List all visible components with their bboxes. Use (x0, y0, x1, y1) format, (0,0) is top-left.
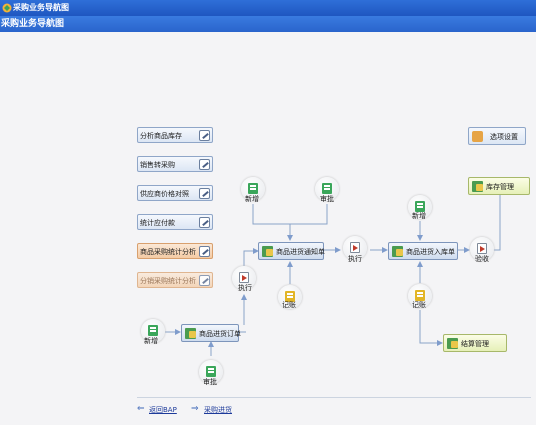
settlement-management-box[interactable]: 结算管理 (443, 334, 507, 352)
forward-arrow-icon: ⇒ (191, 404, 199, 414)
accept-label: 验收 (475, 255, 489, 263)
sidebar-item-label: 商品采购统计分析 (140, 248, 196, 256)
edit-icon (199, 217, 210, 228)
inventory-management-box[interactable]: 库存管理 (468, 177, 530, 195)
settlement-management-label: 结算管理 (461, 340, 489, 348)
purchase-receipt-box[interactable]: 商品进货入库单 (388, 242, 458, 260)
execute-order-label: 执行 (238, 284, 252, 292)
edit-icon (199, 246, 210, 257)
sidebar-item-inventory-analysis[interactable]: 分析商品库存 (137, 127, 213, 143)
sidebar-item-distribution-stats[interactable]: 分销采购统计分析 (137, 272, 213, 288)
sidebar-item-label: 分销采购统计分析 (140, 277, 196, 285)
module-icon (472, 181, 483, 192)
purchase-receipt-label: 商品进货入库单 (406, 248, 455, 256)
new-notice-label: 新增 (245, 195, 259, 203)
execute-icon (350, 242, 360, 253)
record-receipt-label: 记账 (412, 301, 426, 309)
edit-icon (199, 159, 210, 170)
sidebar-item-label: 统计应付款 (140, 219, 175, 227)
edit-icon (199, 275, 210, 286)
flow-connectors (165, 183, 501, 356)
document-approve-icon (206, 366, 216, 377)
document-new-icon (248, 183, 258, 194)
hand-icon (472, 131, 483, 142)
document-icon (392, 246, 403, 257)
approve-notice-label: 审批 (320, 195, 334, 203)
sidebar-item-supplier-price-compare[interactable]: 供应商价格对照 (137, 185, 213, 201)
purchase-order-label: 商品进货订单 (199, 330, 241, 338)
approve-order-label: 审批 (203, 378, 217, 386)
back-arrow-icon: ⇐ (137, 404, 145, 414)
execute-icon (239, 272, 249, 283)
inventory-management-label: 库存管理 (486, 183, 514, 191)
footer-divider (137, 397, 531, 398)
back-to-bap-link[interactable]: 返回BAP (149, 405, 177, 415)
sidebar-item-sales-to-purchase[interactable]: 销售转采购 (137, 156, 213, 172)
accept-icon (477, 243, 487, 254)
sidebar-item-payables-stats[interactable]: 统计应付款 (137, 214, 213, 230)
edit-icon (199, 130, 210, 141)
execute-notice-label: 执行 (348, 255, 362, 263)
edit-icon (199, 188, 210, 199)
document-icon (262, 246, 273, 257)
purchase-notice-box[interactable]: 商品进货通知单 (258, 242, 325, 260)
purchase-order-box[interactable]: 商品进货订单 (181, 324, 241, 342)
sidebar-item-label: 销售转采购 (140, 161, 175, 169)
module-icon (447, 338, 458, 349)
new-order-label: 新增 (144, 337, 158, 345)
purchase-stock-link[interactable]: 采购进货 (204, 405, 232, 415)
options-label: 选项设置 (490, 133, 518, 141)
sidebar-item-purchase-stats[interactable]: 商品采购统计分析 (137, 243, 213, 259)
document-approve-icon (322, 183, 332, 194)
sidebar-item-label: 供应商价格对照 (140, 190, 189, 198)
document-icon (185, 328, 196, 339)
new-receipt-label: 新增 (412, 212, 426, 220)
purchase-notice-label: 商品进货通知单 (276, 248, 325, 256)
sidebar-item-label: 分析商品库存 (140, 132, 182, 140)
options-button[interactable]: 选项设置 (468, 127, 526, 145)
record-notice-label: 记账 (282, 301, 296, 309)
document-new-icon (148, 325, 158, 336)
